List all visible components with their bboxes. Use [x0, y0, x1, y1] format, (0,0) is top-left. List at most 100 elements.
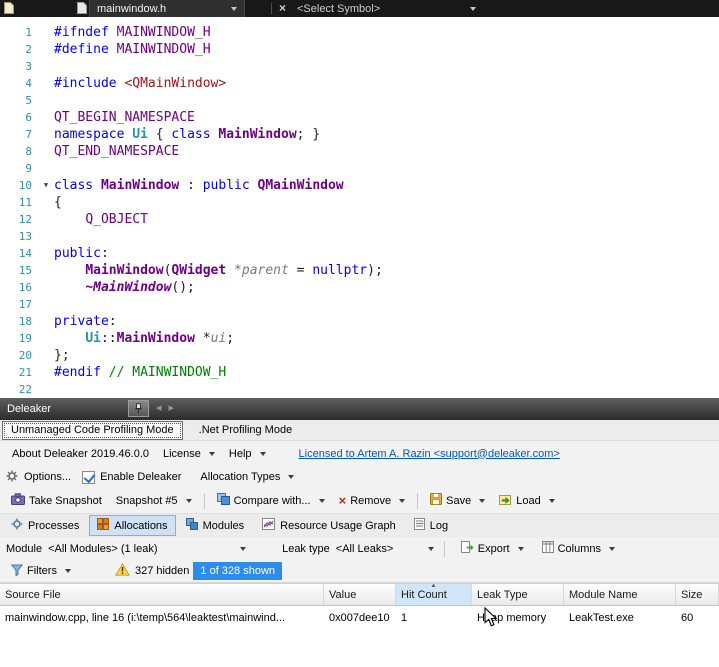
mouse-cursor	[484, 607, 498, 627]
snapshot-select-dropdown[interactable]: Snapshot #5	[110, 492, 198, 510]
code-line[interactable]: 18 private:	[0, 313, 719, 330]
code-line[interactable]: 19 Ui::MainWindow *ui;	[0, 330, 719, 347]
fold-margin	[38, 313, 54, 330]
close-icon[interactable]: ×	[279, 0, 286, 17]
code-line[interactable]: 5	[0, 92, 719, 109]
line-number: 1	[25, 26, 32, 39]
graph-icon	[262, 518, 276, 533]
line-number: 5	[25, 94, 32, 107]
code-line[interactable]: 14 public:	[0, 245, 719, 262]
leak-type-dropdown[interactable]: <All Leaks>	[336, 543, 434, 555]
remove-dropdown[interactable]: × Remove	[333, 492, 412, 510]
code-text: {	[54, 195, 62, 210]
line-number: 6	[25, 111, 32, 124]
code-line[interactable]: 2 #define MAINWINDOW_H	[0, 41, 719, 58]
menu-about[interactable]: About Deleaker 2019.46.0.0	[5, 446, 156, 462]
table-cell: mainwindow.cpp, line 16 (i:\temp\564\lea…	[5, 611, 286, 624]
code-line[interactable]: 22	[0, 381, 719, 398]
code-line[interactable]: 7 namespace Ui { class MainWindow; }	[0, 126, 719, 143]
options-button[interactable]: Options...	[23, 468, 77, 486]
line-number: 18	[18, 315, 32, 328]
code-line[interactable]: 3	[0, 58, 719, 75]
line-number: 16	[18, 281, 32, 294]
tab-allocations[interactable]: Allocations	[89, 515, 176, 536]
menu-help[interactable]: Help	[222, 446, 273, 462]
tab-log[interactable]: Log	[406, 515, 456, 536]
fold-arrow-icon[interactable]: ▼	[38, 177, 54, 194]
fold-margin	[38, 364, 54, 381]
fold-margin	[38, 330, 54, 347]
code-line[interactable]: 16 ~MainWindow();	[0, 279, 719, 296]
column-header-module-name[interactable]: Module Name	[564, 584, 676, 605]
export-dropdown[interactable]: Export	[455, 538, 530, 559]
back-icon[interactable]: ◂	[156, 400, 162, 417]
pin-icon[interactable]	[128, 400, 149, 417]
file-icon-2[interactable]	[77, 2, 87, 17]
save-dropdown[interactable]: Save	[424, 490, 491, 511]
panel-toolbar: ◂ ▸	[128, 400, 174, 417]
code-text: class MainWindow : public QMainWindow	[54, 178, 344, 193]
allocation-types-dropdown[interactable]: Allocation Types	[194, 468, 300, 486]
tab-net-profiling-mode[interactable]: .Net Profiling Mode	[191, 422, 301, 439]
code-line[interactable]: 1 #ifndef MAINWINDOW_H	[0, 24, 719, 41]
code-text: #endif // MAINWINDOW_H	[54, 365, 227, 380]
module-filter-dropdown[interactable]: <All Modules> (1 leak)	[48, 543, 246, 555]
menu-license[interactable]: License	[156, 446, 222, 462]
column-header-leak-type[interactable]: Leak Type	[472, 584, 564, 605]
fold-margin	[38, 194, 54, 211]
code-line[interactable]: 13	[0, 228, 719, 245]
tab-processes[interactable]: Processes	[3, 515, 87, 536]
code-line[interactable]: 10 ▼ class MainWindow : public QMainWindow	[0, 177, 719, 194]
code-line[interactable]: 11 {	[0, 194, 719, 211]
load-icon	[499, 493, 512, 508]
code-line[interactable]: 17	[0, 296, 719, 313]
tab-modules[interactable]: Modules	[178, 515, 253, 536]
module-label: Module	[6, 542, 43, 555]
take-snapshot-button[interactable]: Take Snapshot	[5, 490, 108, 511]
line-number: 3	[25, 60, 32, 73]
license-link[interactable]: Licensed to Artem A. Razin <support@dele…	[299, 448, 560, 460]
leak-type-label: Leak type	[282, 542, 330, 555]
fold-margin	[38, 75, 54, 92]
forward-icon[interactable]: ▸	[169, 400, 175, 417]
filters-dropdown[interactable]: Filters	[5, 561, 77, 582]
columns-icon	[541, 541, 554, 556]
code-line[interactable]: 12 Q_OBJECT	[0, 211, 719, 228]
allocations-icon	[97, 518, 110, 533]
columns-dropdown[interactable]: Columns	[536, 538, 621, 559]
column-header-value[interactable]: Value	[324, 584, 396, 605]
code-text: namespace Ui { class MainWindow; }	[54, 127, 321, 142]
line-number: 10	[18, 179, 32, 192]
code-editor[interactable]: 1 #ifndef MAINWINDOW_H 2 #define MAINWINDOW…	[0, 17, 719, 398]
code-line[interactable]: 8 QT_END_NAMESPACE	[0, 143, 719, 160]
code-line[interactable]: 15 MainWindow(QWidget *parent = nullptr)…	[0, 262, 719, 279]
symbol-selector-label: <Select Symbol>	[297, 2, 381, 15]
compare-with-dropdown[interactable]: Compare with...	[211, 490, 331, 511]
fold-margin	[38, 126, 54, 143]
code-line[interactable]: 21 #endif // MAINWINDOW_H	[0, 364, 719, 381]
code-line[interactable]: 4 #include <QMainWindow>	[0, 75, 719, 92]
tab-resource-usage-graph[interactable]: Resource Usage Graph	[254, 515, 404, 536]
tab-unmanaged-profiling-mode[interactable]: Unmanaged Code Profiling Mode	[2, 420, 183, 440]
column-header-hit-count[interactable]: Hit Count ▲	[396, 584, 472, 605]
symbol-selector-dropdown[interactable]: <Select Symbol>	[297, 0, 476, 17]
column-header-size[interactable]: Size	[676, 584, 719, 605]
fold-margin	[38, 58, 54, 75]
file-icon[interactable]	[4, 2, 14, 17]
tab-mainwindow-h[interactable]: mainwindow.h	[89, 0, 245, 17]
table-row[interactable]: mainwindow.cpp, line 16 (i:\temp\564\lea…	[0, 606, 719, 629]
warning-icon	[114, 563, 130, 579]
column-header-source-file[interactable]: Source File	[0, 584, 324, 605]
code-line[interactable]: 20};	[0, 347, 719, 364]
code-line[interactable]: 9	[0, 160, 719, 177]
code-line[interactable]: 6 QT_BEGIN_NAMESPACE	[0, 109, 719, 126]
filters-bar: Filters 327 hidden 1 of 328 shown	[0, 560, 719, 583]
enable-deleaker-checkbox[interactable]	[82, 470, 96, 484]
load-dropdown[interactable]: Load	[493, 490, 560, 511]
deleaker-panel-header[interactable]: Deleaker ◂ ▸	[0, 398, 719, 420]
table-cell: 0x007dee10	[329, 611, 390, 624]
